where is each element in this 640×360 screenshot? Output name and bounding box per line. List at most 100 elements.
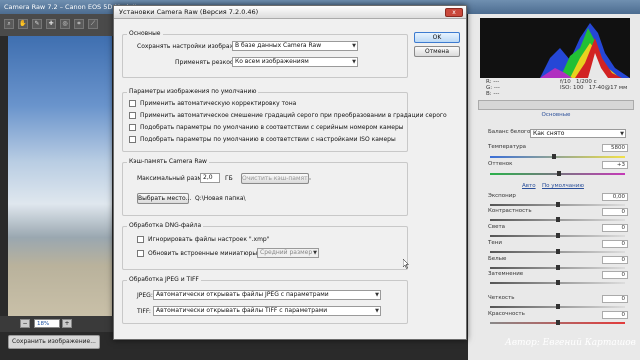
wb-select[interactable]: Как снято ▼ — [530, 129, 626, 138]
clarity-slider-thumb[interactable] — [556, 304, 560, 309]
chevron-down-icon: ▼ — [375, 308, 379, 314]
dng-legend: Обработка DNG-файла — [127, 222, 204, 229]
vibrance-row: Красочность 0 — [488, 311, 628, 320]
close-icon[interactable]: x — [445, 8, 463, 17]
auto-tone-label: Применить автоматическую корректировку т… — [140, 100, 297, 107]
panel-title: Основные — [541, 112, 571, 118]
histogram — [480, 18, 630, 78]
whites-label: Белые — [488, 256, 507, 262]
highlights-row: Света 0 — [488, 224, 628, 233]
vibrance-label: Красочность — [488, 311, 525, 317]
shadows-row: Тени 0 — [488, 240, 628, 249]
tint-value[interactable]: +3 — [602, 161, 628, 169]
blacks-slider-thumb[interactable] — [556, 280, 560, 285]
author-signature: Автор: Евгений Карташов — [505, 338, 636, 348]
clarity-label: Четкость — [488, 295, 515, 301]
auto-link[interactable]: Авто — [522, 183, 536, 189]
tiff-select[interactable]: Автоматически открывать файлы TIFF с пар… — [153, 306, 381, 316]
contrast-value[interactable]: 0 — [602, 208, 628, 216]
save-settings-select[interactable]: В базе данных Camera Raw ▼ — [232, 41, 358, 51]
tint-label: Оттенок — [488, 161, 513, 167]
shadows-slider-thumb[interactable] — [556, 249, 560, 254]
color-sampler-icon[interactable]: ✚ — [46, 19, 56, 29]
vibrance-value[interactable]: 0 — [602, 311, 628, 319]
auto-grayscale-checkbox[interactable] — [129, 112, 136, 119]
size-unit-label: ГБ — [225, 175, 233, 182]
vibrance-slider[interactable] — [490, 320, 625, 325]
clarity-row: Четкость 0 — [488, 295, 628, 304]
highlights-value[interactable]: 0 — [602, 224, 628, 232]
cancel-button[interactable]: Отмена — [414, 46, 460, 57]
temp-slider[interactable] — [490, 154, 625, 159]
sharpen-select[interactable]: Ко всем изображениям ▼ — [232, 57, 358, 67]
ignore-xmp-label: Игнорировать файлы настроек ".xmp" — [148, 236, 270, 243]
zoom-in-icon[interactable]: + — [62, 319, 72, 328]
exposure-slider[interactable] — [490, 202, 625, 207]
select-location-button[interactable]: Выбрать место... — [137, 193, 191, 204]
auto-grayscale-label: Применить автоматическое смешение градац… — [140, 112, 447, 119]
highlights-slider-thumb[interactable] — [556, 233, 560, 238]
exposure-row: Экспонир 0,00 — [488, 193, 628, 202]
eyedropper-icon[interactable]: ✎ — [32, 19, 42, 29]
blacks-value[interactable]: 0 — [602, 271, 628, 279]
clarity-slider[interactable] — [490, 304, 625, 309]
tint-slider-thumb[interactable] — [557, 171, 561, 176]
whites-row: Белые 0 — [488, 256, 628, 265]
zoom-icon[interactable]: ⌕ — [4, 19, 14, 29]
dialog-title-bar: Установки Camera Raw (Версия 7.2.0.46) — [114, 6, 466, 19]
whites-slider[interactable] — [490, 265, 625, 270]
whites-slider-thumb[interactable] — [556, 265, 560, 270]
dialog-title: Установки Camera Raw (Версия 7.2.0.46) — [119, 8, 259, 16]
shadows-value[interactable]: 0 — [602, 240, 628, 248]
shadows-slider[interactable] — [490, 249, 625, 254]
camera-info: f/10 1/200 с ISO: 100 17-40@17 мм — [560, 79, 630, 91]
crop-icon[interactable]: ⌗ — [74, 19, 84, 29]
ignore-xmp-checkbox[interactable] — [137, 236, 144, 243]
update-previews-label: Обновить встроенные миниатюры JPEG: — [148, 250, 275, 257]
chevron-down-icon: ▼ — [352, 43, 356, 49]
preview-size-select[interactable]: Средний размер ▼ — [257, 248, 319, 258]
general-group: Основные Сохранять настройки изображений… — [122, 30, 408, 78]
tint-row: Оттенок +3 — [488, 161, 628, 170]
blacks-label: Затемнение — [488, 271, 524, 277]
jpeg-tiff-group: Обработка JPEG и TIFF JPEG: Автоматическ… — [122, 276, 408, 324]
preferences-dialog: Установки Camera Raw (Версия 7.2.0.46) x… — [113, 5, 467, 340]
blacks-slider[interactable] — [490, 280, 625, 285]
temp-slider-thumb[interactable] — [552, 154, 556, 159]
exposure-value[interactable]: 0,00 — [602, 193, 628, 201]
contrast-slider[interactable] — [490, 217, 625, 222]
straighten-icon[interactable]: ⟋ — [88, 19, 98, 29]
serial-defaults-checkbox[interactable] — [129, 124, 136, 131]
default-link[interactable]: По умолчанию — [542, 183, 584, 189]
contrast-slider-thumb[interactable] — [556, 217, 560, 222]
target-icon[interactable]: ◎ — [60, 19, 70, 29]
zoom-level-field[interactable]: 18% — [34, 319, 60, 328]
clear-cache-button[interactable]: Очистить кэш-память — [241, 173, 311, 184]
default-settings-group: Параметры изображения по умолчанию Приме… — [122, 88, 447, 152]
temp-value[interactable]: 5800 — [602, 144, 628, 152]
auto-tone-checkbox[interactable] — [129, 100, 136, 107]
save-image-button[interactable]: Сохранить изображение... — [8, 335, 100, 349]
lens: 17-40@17 мм — [588, 85, 628, 91]
vibrance-slider-thumb[interactable] — [556, 320, 560, 325]
jpeg-select[interactable]: Автоматически открывать файлы JPEG с пар… — [153, 290, 381, 300]
cache-legend: Кэш-память Camera Raw — [127, 158, 209, 165]
update-previews-checkbox[interactable] — [137, 250, 144, 257]
highlights-slider[interactable] — [490, 233, 625, 238]
tint-slider[interactable] — [490, 171, 625, 176]
tiff-label: TIFF: — [137, 308, 151, 315]
hand-icon[interactable]: ✋ — [18, 19, 28, 29]
exposure-slider-thumb[interactable] — [556, 202, 560, 207]
max-size-input[interactable]: 2,0 — [200, 173, 220, 183]
temp-label: Температура — [488, 144, 527, 150]
zoom-out-icon[interactable]: − — [20, 319, 30, 328]
panel-tabs[interactable] — [478, 100, 634, 110]
whites-value[interactable]: 0 — [602, 256, 628, 264]
default-settings-legend: Параметры изображения по умолчанию — [127, 88, 259, 95]
cache-group: Кэш-память Camera Raw Максимальный разме… — [122, 158, 408, 216]
ok-button[interactable]: OK — [414, 32, 460, 43]
chevron-down-icon: ▼ — [352, 59, 356, 65]
clarity-value[interactable]: 0 — [602, 295, 628, 303]
image-preview[interactable] — [8, 36, 112, 316]
iso-defaults-checkbox[interactable] — [129, 136, 136, 143]
